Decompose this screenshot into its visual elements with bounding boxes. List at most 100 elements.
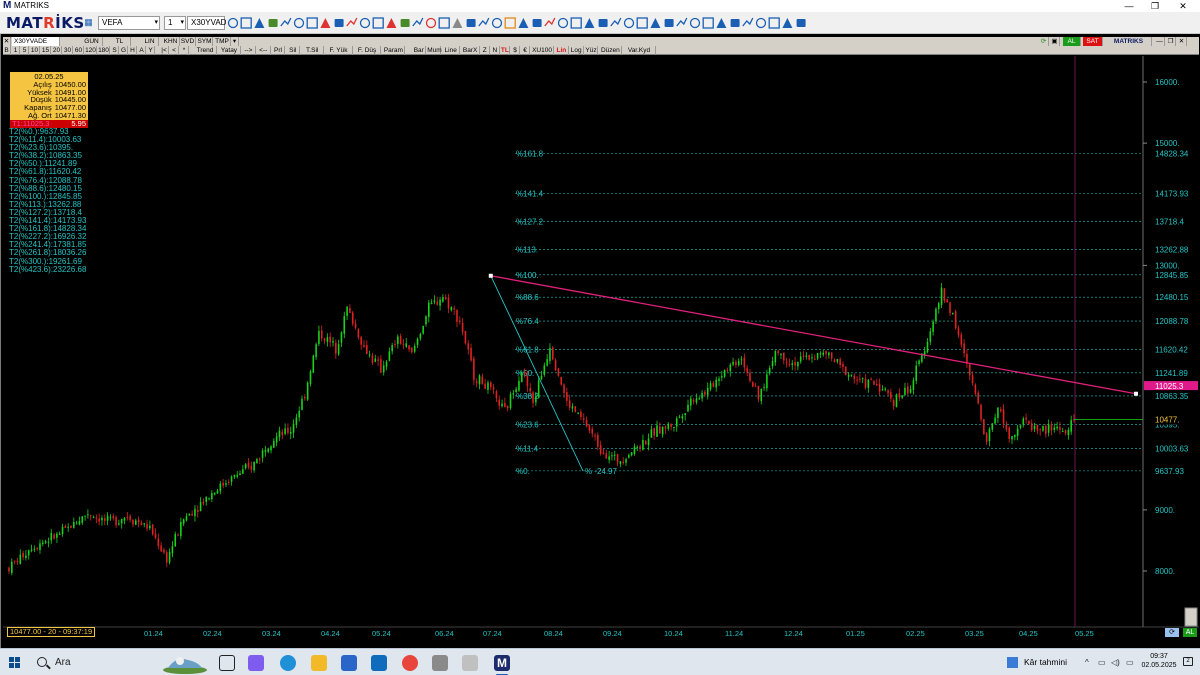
sym-button[interactable]: SYM bbox=[197, 37, 213, 46]
toolbar-tool-icon[interactable] bbox=[372, 17, 384, 29]
scroll-right-icon[interactable]: * bbox=[180, 46, 189, 55]
sell-button[interactable]: SAT bbox=[1083, 37, 1103, 46]
period-10-button[interactable]: 10 bbox=[30, 46, 40, 55]
toolbar-tool-icon[interactable] bbox=[598, 19, 608, 27]
tool-d-zen-button[interactable]: Düzen bbox=[599, 46, 623, 55]
tool-sil-button[interactable]: Sil bbox=[286, 46, 301, 55]
tool-mum-button[interactable]: Mum bbox=[427, 46, 442, 55]
volume-icon[interactable]: ◁) bbox=[1111, 658, 1120, 667]
toolbar-tool-icon[interactable] bbox=[334, 19, 344, 27]
toolbar-tool-icon[interactable] bbox=[610, 17, 622, 27]
status-buy-badge[interactable]: AL bbox=[1183, 628, 1197, 637]
matriks-taskbar-icon[interactable]: M bbox=[494, 655, 510, 675]
toolbar-tool-icon[interactable] bbox=[689, 17, 701, 29]
battery-icon[interactable]: ▭ bbox=[1126, 658, 1134, 667]
taskbar-clock[interactable]: 09:37 02.05.2025 bbox=[1140, 652, 1178, 670]
tool---button[interactable]: $ bbox=[511, 46, 520, 55]
toolbar-tool-icon[interactable] bbox=[478, 17, 490, 27]
toolbar-tool-icon[interactable] bbox=[730, 19, 740, 27]
period-Y-button[interactable]: Y bbox=[147, 46, 155, 55]
app-a-icon[interactable] bbox=[432, 655, 448, 671]
tool-z-button[interactable]: Z bbox=[481, 46, 490, 55]
tool-f-d--button[interactable]: F. Düş bbox=[354, 46, 382, 55]
refresh-icon[interactable]: ⟳ bbox=[1039, 37, 1049, 46]
landscape-widget-icon[interactable] bbox=[162, 652, 208, 674]
edge-icon[interactable] bbox=[280, 655, 296, 671]
tool---button[interactable]: --> bbox=[242, 46, 256, 55]
toolbar-tool-icon[interactable] bbox=[557, 17, 569, 29]
toolbar-tool-icon[interactable] bbox=[268, 19, 278, 27]
toolbar-tool-icon[interactable] bbox=[412, 17, 424, 27]
tool-xu100-button[interactable]: XU100 bbox=[531, 46, 554, 55]
period-button[interactable]: GUN bbox=[81, 37, 103, 46]
tool-bar-button[interactable]: Bar bbox=[412, 46, 427, 55]
currency-button[interactable]: TL bbox=[109, 37, 131, 46]
toolbar-tool-icon[interactable] bbox=[676, 17, 688, 27]
period-180-button[interactable]: 180 bbox=[98, 46, 110, 55]
index-select[interactable]: X30YVAD bbox=[187, 16, 226, 30]
toolbar-tool-icon[interactable] bbox=[742, 17, 754, 27]
chrome-icon[interactable] bbox=[402, 655, 418, 671]
chart-symbol[interactable]: X30YVADE bbox=[12, 37, 60, 46]
toolbar-tool-icon[interactable] bbox=[491, 17, 503, 29]
toolbar-tool-icon[interactable] bbox=[346, 17, 358, 27]
toolbar-tool-icon[interactable] bbox=[504, 17, 516, 29]
chart-close-button[interactable]: ✕ bbox=[1177, 37, 1187, 46]
tmp-button[interactable]: TMP bbox=[214, 37, 231, 46]
tool-f-y-k-button[interactable]: F. Yük bbox=[325, 46, 353, 55]
tool-yatay-button[interactable]: Yatay bbox=[218, 46, 241, 55]
toolbar-tool-icon[interactable] bbox=[623, 17, 635, 29]
tool-n-button[interactable]: N bbox=[491, 46, 500, 55]
grid-icon[interactable]: ▦ bbox=[83, 17, 94, 28]
sync-icon[interactable]: ⟳ bbox=[1165, 628, 1179, 637]
toolbar-tool-icon[interactable] bbox=[532, 19, 542, 27]
price-chart[interactable]: 16000. 15000. 13000. 9000. 8000. %161.8 14828.… bbox=[3, 56, 1199, 656]
scroll-step-left-icon[interactable]: < bbox=[170, 46, 179, 55]
tool-y-z-button[interactable]: Yüz bbox=[585, 46, 599, 55]
close-chart-icon[interactable]: ✕ bbox=[3, 37, 11, 46]
task-view-icon[interactable] bbox=[219, 655, 235, 671]
notification-icon[interactable]: 2 bbox=[1183, 657, 1193, 666]
period-120-button[interactable]: 120 bbox=[85, 46, 97, 55]
toolbar-tool-icon[interactable] bbox=[293, 17, 305, 29]
tool-barx-button[interactable]: BarX bbox=[461, 46, 480, 55]
period-H-button[interactable]: H bbox=[129, 46, 137, 55]
toolbar-tool-icon[interactable] bbox=[702, 17, 714, 29]
symbol-select[interactable]: VEFA ▾ bbox=[98, 16, 160, 30]
period-30-button[interactable]: 30 bbox=[63, 46, 73, 55]
toolbar-tool-icon[interactable] bbox=[227, 17, 239, 29]
weather-widget[interactable]: Kâr tahmini bbox=[1007, 656, 1067, 669]
svd-button[interactable]: SVD bbox=[180, 37, 196, 46]
app-b-icon[interactable] bbox=[462, 655, 478, 671]
period-A-button[interactable]: A bbox=[138, 46, 146, 55]
tool-var-kyd-button[interactable]: Var.Kyd bbox=[623, 46, 656, 55]
toolbar-tool-icon[interactable] bbox=[636, 17, 648, 29]
minimize-button[interactable]: — bbox=[1116, 0, 1142, 12]
outlook-icon[interactable] bbox=[371, 655, 387, 671]
khn-button[interactable]: KHN bbox=[162, 37, 180, 46]
toolbar-tool-icon[interactable] bbox=[386, 18, 397, 28]
toolbar-tool-icon[interactable] bbox=[359, 17, 371, 29]
tool-tl-button[interactable]: TL bbox=[501, 46, 510, 55]
toolbar-tool-icon[interactable] bbox=[570, 17, 582, 29]
period-1-button[interactable]: 1 bbox=[12, 46, 20, 55]
toolbar-tool-icon[interactable] bbox=[400, 19, 410, 27]
toolbar-icon-strip[interactable] bbox=[226, 12, 846, 34]
tool---button[interactable]: € bbox=[521, 46, 530, 55]
period-S-button[interactable]: S bbox=[111, 46, 119, 55]
tool-log-button[interactable]: Log bbox=[570, 46, 584, 55]
toolbar-tool-icon[interactable] bbox=[466, 19, 476, 27]
toolbar-tool-icon[interactable] bbox=[254, 18, 265, 28]
chart-restore-button[interactable]: ❐ bbox=[1166, 37, 1176, 46]
file-explorer-icon[interactable] bbox=[311, 655, 327, 671]
toolbar-tool-icon[interactable] bbox=[306, 17, 318, 29]
toolbar-tool-icon[interactable] bbox=[716, 18, 727, 28]
chart-resize-handle[interactable] bbox=[1184, 607, 1198, 627]
trend-line-handle[interactable] bbox=[488, 273, 493, 278]
scroll-left-icon[interactable]: |< bbox=[160, 46, 169, 55]
trend-line-handle[interactable] bbox=[1133, 391, 1138, 396]
tool-lin-button[interactable]: Lin bbox=[555, 46, 569, 55]
restore-button[interactable]: ❐ bbox=[1142, 0, 1168, 12]
period-5-button[interactable]: 5 bbox=[21, 46, 29, 55]
tool-param-button[interactable]: Param bbox=[382, 46, 406, 55]
